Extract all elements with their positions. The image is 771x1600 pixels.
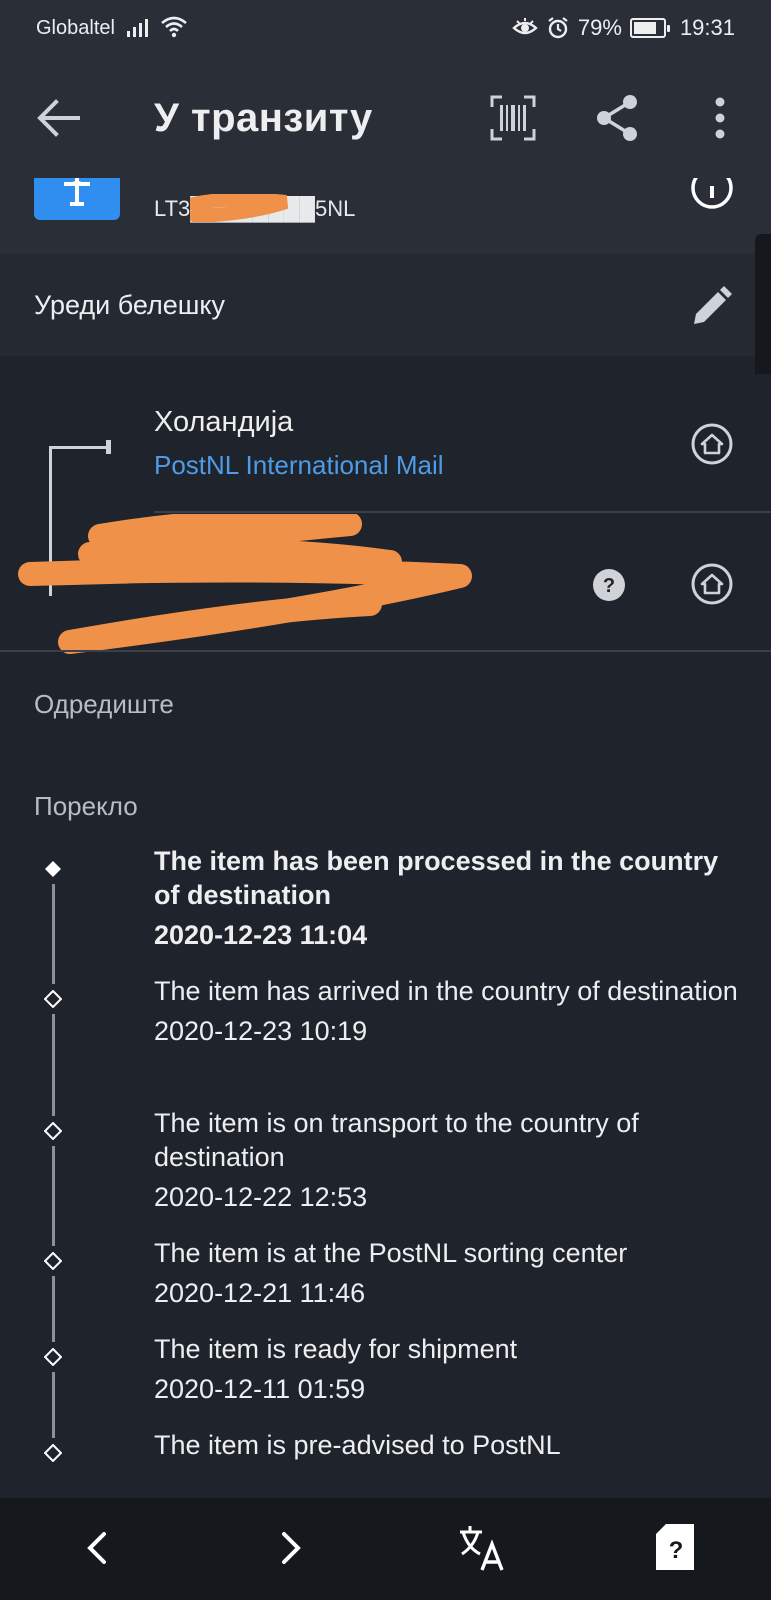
timeline-event-text: The item is ready for shipment 2020-12-11… [154,1332,744,1406]
timeline-connector [52,1014,55,1116]
svg-text:?: ? [603,575,615,597]
back-arrow-icon[interactable] [34,96,82,140]
scrollbar-thumb[interactable] [755,234,771,384]
plane-icon [34,178,120,220]
diamond-icon [44,1348,62,1366]
timeline-event-text: The item is on transport to the country … [154,1106,744,1214]
diamond-icon [44,990,62,1008]
battery-fill [633,22,657,34]
origin-section-header: Порекло [34,791,138,821]
event-date: 2020-12-22 12:53 [154,1182,368,1212]
event-description: The item has been processed in the count… [154,846,719,910]
event-description: The item is ready for shipment [154,1334,518,1364]
section-divider [0,650,771,652]
timeline-event-text: The item has arrived in the country of d… [154,974,744,1048]
edit-note-label: Уреди белешку [34,290,226,320]
timeline-connector [52,1146,55,1246]
diamond-icon [44,1122,62,1140]
battery-percent: 79% [577,15,622,40]
battery-icon [629,18,670,38]
pencil-icon[interactable] [690,286,732,328]
event-description: The item is on transport to the country … [154,1108,639,1172]
app-bar: У транзиту [0,58,771,178]
event-description: The item is pre-advised to PostNL [154,1430,561,1460]
alarm-icon [548,17,568,39]
timeline-connector [52,884,55,984]
timeline-connector [52,1276,55,1342]
route-connector-top [49,446,109,449]
timeline-event-text: The item is pre-advised to PostNL [154,1428,744,1462]
edit-note-row[interactable]: Уреди белешку [0,254,771,356]
svg-text:?: ? [669,1537,684,1564]
timeline-connector [52,1372,55,1438]
diamond-icon [44,1444,62,1462]
diamond-icon [44,1252,62,1270]
help-card-icon[interactable]: ? [656,1524,694,1570]
event-description: The item has arrived in the country of d… [154,976,738,1006]
home-icon[interactable] [690,422,734,466]
status-bar: Globaltel 79% 19:31 [0,0,771,58]
barcode-icon[interactable] [490,95,536,141]
event-description: The item is at the PostNL sorting center [154,1238,628,1268]
clock: 19:31 [679,15,735,40]
route-separator [154,511,771,513]
event-date: 2020-12-23 11:04 [154,920,368,950]
package-header: LT3████████5NL [0,178,771,254]
wifi-icon [161,16,187,38]
event-date: 2020-12-23 10:19 [154,1016,368,1046]
redaction-scribble [190,194,289,222]
timeline-event-text: The item is at the PostNL sorting center… [154,1236,744,1310]
origin-country: Холандија [154,406,294,438]
share-icon[interactable] [594,94,642,142]
eye-comfort-icon [512,18,538,35]
signal-icon [127,19,148,37]
current-diamond-icon [45,861,61,877]
route-connector-tick [106,440,111,454]
bottom-toolbar: ? [0,1498,771,1600]
translate-icon[interactable] [458,1524,506,1572]
event-date: 2020-12-21 11:46 [154,1278,366,1308]
origin-carrier-link[interactable]: PostNL International Mail [154,450,444,481]
event-date: 2020-12-11 01:59 [154,1374,366,1404]
help-icon[interactable]: ? [592,568,626,602]
destination-section-header: Одредиште [34,689,174,719]
info-icon[interactable] [690,178,734,210]
chevron-left-icon[interactable] [82,1530,112,1566]
page-title: У транзиту [154,96,373,140]
more-vert-icon[interactable] [704,96,736,142]
timeline-event-text: The item has been processed in the count… [154,844,744,952]
carrier-name: Globaltel [36,17,115,39]
route-panel: Холандија PostNL International Mail Н ? [0,374,771,654]
redaction-scribble [18,514,472,654]
destination-home-icon[interactable] [690,562,734,606]
chevron-right-icon[interactable] [276,1530,306,1566]
